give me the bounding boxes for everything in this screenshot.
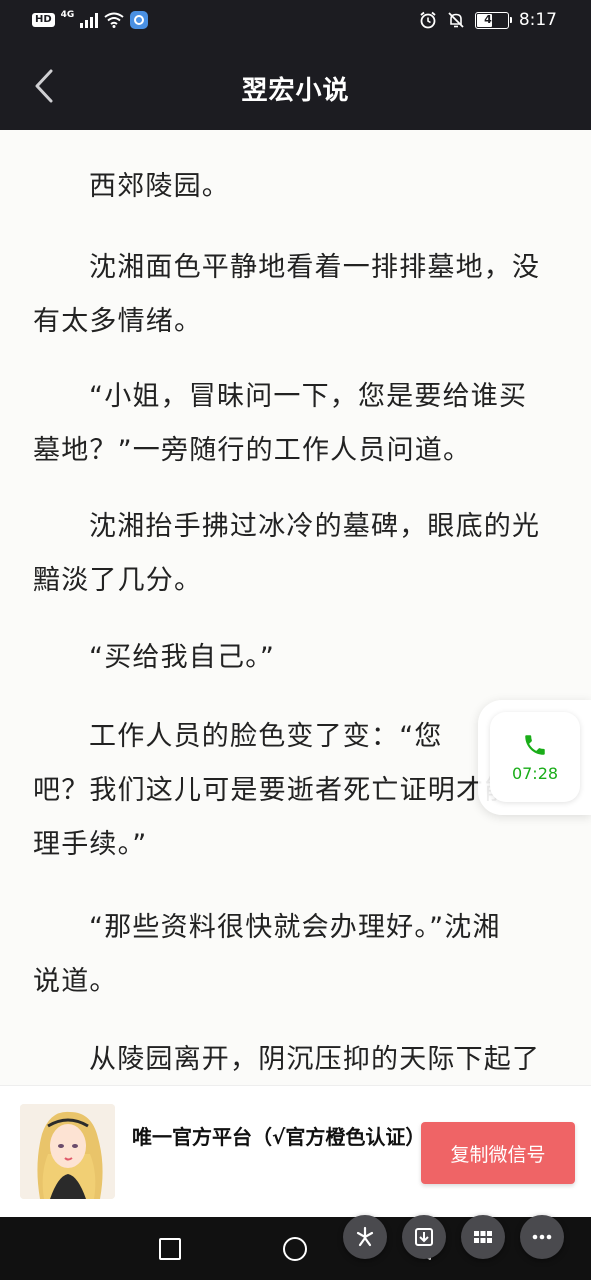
avatar-illustration [20, 1104, 115, 1199]
app-icon [130, 11, 149, 29]
grid-icon [474, 1231, 492, 1243]
page-title: 翌宏小说 [241, 76, 350, 106]
copy-wechat-button[interactable]: 复制微信号 [421, 1122, 575, 1184]
status-bar: HD 4G 48 8:17 [0, 0, 591, 44]
call-button[interactable]: 07:28 [490, 712, 580, 802]
signal-icon [80, 12, 99, 28]
circle-home-icon[interactable] [281, 1235, 309, 1263]
ad-text: 唯一官方平台（√官方橙色认证） [132, 1125, 426, 1149]
battery-icon: 48 [474, 11, 512, 29]
network-type: 4G [60, 10, 75, 20]
text-line: 从陵园离开，阴沉压抑的天际下起了 [89, 1044, 541, 1075]
app-header: 翌宏小说 [0, 44, 591, 130]
wifi-icon [104, 12, 124, 28]
paragraph-3: “小姐，冒昧问一下，您是要给谁买 墓地？”一旁随行的工作人员问道。 [33, 370, 563, 478]
square-recent-icon[interactable] [156, 1235, 184, 1263]
clock: 8:17 [518, 10, 557, 30]
mute-icon [448, 12, 464, 28]
paragraph-2: 沈湘面色平静地看着一排排墓地，没 有太多情绪。 [33, 241, 563, 349]
download-icon [415, 1228, 433, 1246]
text-line: 西郊陵园。 [89, 171, 230, 202]
reader-content[interactable]: 西郊陵园。 沈湘面色平静地看着一排排墓地，没 有太多情绪。 “小姐，冒昧问一下，… [0, 130, 591, 1085]
grid-button[interactable] [461, 1215, 505, 1259]
text-line: 黯淡了几分。 [33, 565, 203, 596]
text-line: 沈湘抬手拂过冰冷的墓碑，眼底的光 [89, 511, 541, 542]
text-line: 说道。 [33, 966, 118, 997]
battery-level: 48 [484, 12, 500, 26]
hd-badge: HD [32, 13, 55, 27]
phone-icon [525, 734, 545, 755]
ad-banner[interactable]: 唯一官方平台（√官方橙色认证） 复制微信号 [0, 1085, 591, 1217]
sparkle-icon [356, 1226, 374, 1247]
text-line: “小姐，冒昧问一下，您是要给谁买 [89, 381, 528, 412]
paragraph-1: 西郊陵园。 [33, 160, 563, 214]
text-line: 有太多情绪。 [33, 306, 203, 337]
download-button[interactable] [402, 1215, 446, 1259]
more-icon [532, 1234, 552, 1240]
screen: HD 4G 48 8:17 翌宏小说 西郊陵园。 沈湘面色平静地看着一排排墓地，… [0, 0, 591, 1280]
call-widget: 07:28 [478, 700, 591, 815]
ad-avatar [20, 1104, 115, 1199]
status-left: HD 4G [32, 10, 149, 29]
text-line: “买给我自己。” [89, 642, 276, 673]
more-button[interactable] [520, 1215, 564, 1259]
text-line: 沈湘面色平静地看着一排排墓地，没 [89, 252, 541, 283]
paragraph-7: “那些资料很快就会办理好。”沈湘 说道。 [33, 901, 563, 1009]
alarm-icon [420, 11, 436, 29]
call-duration: 07:28 [511, 763, 559, 783]
text-line: 墓地？”一旁随行的工作人员问道。 [33, 435, 472, 466]
text-line: 理手续。” [33, 829, 148, 860]
paragraph-8: 从陵园离开，阴沉压抑的天际下起了 [33, 1033, 563, 1085]
sparkle-button[interactable] [343, 1215, 387, 1259]
paragraph-4: 沈湘抬手拂过冰冷的墓碑，眼底的光 黯淡了几分。 [33, 500, 563, 608]
text-line: “那些资料很快就会办理好。”沈湘 [89, 912, 501, 943]
paragraph-5: “买给我自己。” [33, 631, 563, 685]
status-right: 48 8:17 [419, 10, 557, 30]
